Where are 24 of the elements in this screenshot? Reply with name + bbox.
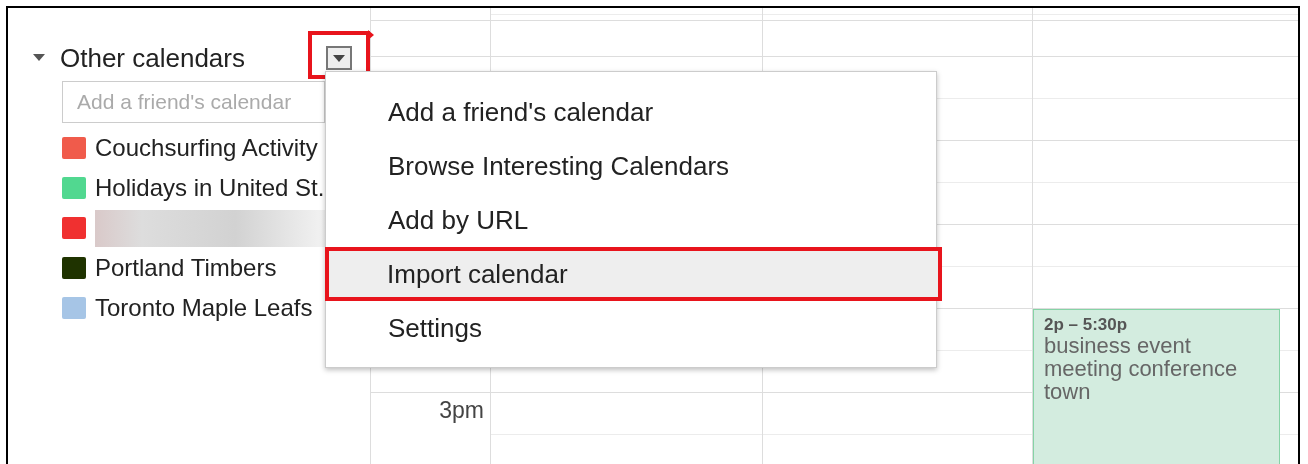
color-swatch[interactable] [62,137,86,159]
color-swatch[interactable] [62,177,86,199]
menu-item[interactable]: Browse Interesting Calendars [326,139,936,193]
calendar-name[interactable]: Portland Timbers [95,254,277,282]
dropdown-button[interactable] [326,46,352,70]
menu-item[interactable]: Add a friend's calendar [326,85,936,139]
color-swatch[interactable] [62,257,86,279]
section-title: Other calendars [60,42,245,74]
event-title: business event meeting conference town [1044,333,1239,404]
color-swatch[interactable] [62,297,86,319]
calendar-name[interactable]: Couchsurfing Activity [95,134,318,162]
menu-item[interactable]: Import calendar [325,247,942,301]
time-label: 3pm [439,397,484,423]
day-column[interactable]: 2p – 5:30p business event meeting conference town [1032,8,1298,464]
menu-item[interactable]: Settings [326,301,936,355]
calendar-name[interactable]: Holidays in United St. [95,174,325,202]
caret-icon [333,54,345,62]
event-time: 2p – 5:30p [1044,316,1129,334]
event-card[interactable]: 2p – 5:30p business event meeting conference town [1033,309,1280,464]
add-calendar-field[interactable]: Add a friend's calendar [62,81,325,123]
menu-item[interactable]: Add by URL [326,193,936,247]
calendar-name[interactable]: Toronto Maple Leafs [95,294,313,322]
collapse-arrow-icon[interactable] [33,54,45,62]
color-swatch[interactable] [62,217,86,239]
